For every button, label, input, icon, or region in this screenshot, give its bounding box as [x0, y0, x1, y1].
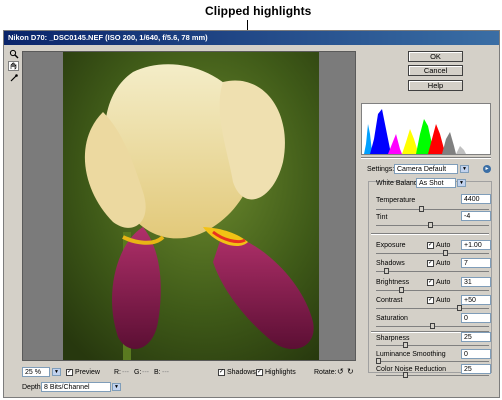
rotate-left-icon[interactable]: ↺	[337, 367, 344, 376]
brightness-auto-label: Auto	[436, 279, 451, 286]
contrast-auto-label: Auto	[436, 297, 451, 304]
highlights-clipping-label: Highlights	[265, 369, 296, 376]
white-balance-select[interactable]: As Shot	[416, 178, 456, 188]
depth-select[interactable]: 8 Bits/Channel	[41, 382, 111, 392]
luminance-smoothing-slider-thumb[interactable]	[376, 358, 381, 364]
clipped-highlights-callout: Clipped highlights	[205, 4, 312, 18]
brightness-auto-checkbox[interactable]: ✓	[427, 279, 434, 286]
b-label: B:	[154, 369, 161, 376]
shadows-slider-track[interactable]	[376, 271, 489, 272]
settings-menu-icon[interactable]: ▸	[483, 165, 491, 173]
sharpness-slider-thumb[interactable]	[403, 342, 408, 348]
preview-checkbox[interactable]: ✓	[66, 369, 73, 376]
contrast-slider-thumb[interactable]	[457, 305, 462, 311]
settings-dropdown-arrow[interactable]: ▼	[460, 165, 469, 173]
window-title: Nikon D70: _DSC0145.NEF (ISO 200, 1/640,…	[8, 33, 208, 42]
settings-label: Settings:	[367, 166, 395, 173]
shadows-auto-label: Auto	[436, 260, 451, 267]
exposure-auto-checkbox[interactable]: ✓	[427, 242, 434, 249]
preview-status-bar: 25 % ▼ ✓ Preview R: --- G: --- B: --- ✓ …	[22, 365, 356, 379]
shadows-clipping-checkbox[interactable]: ✓	[218, 369, 225, 376]
zoom-level-field[interactable]: 25 %	[22, 367, 50, 377]
exposure-slider-thumb[interactable]	[442, 250, 448, 256]
saturation-value[interactable]: 0	[461, 313, 491, 323]
brightness-value[interactable]: 31	[461, 277, 491, 287]
settings-select[interactable]: Camera Default	[394, 164, 458, 174]
camera-raw-window: Nikon D70: _DSC0145.NEF (ISO 200, 1/640,…	[3, 30, 500, 398]
separator	[371, 233, 489, 235]
g-value: ---	[142, 369, 149, 376]
color-noise-reduction-label: Color Noise Reduction	[376, 366, 447, 373]
temperature-label: Temperature	[376, 197, 416, 204]
saturation-label: Saturation	[376, 315, 408, 322]
image-preview[interactable]	[22, 51, 356, 361]
iris-photo	[63, 52, 319, 360]
saturation-slider-thumb[interactable]	[430, 323, 435, 329]
contrast-auto-checkbox[interactable]: ✓	[427, 297, 434, 304]
temperature-slider-thumb[interactable]	[419, 206, 425, 212]
tint-label: Tint	[376, 214, 388, 221]
ok-button[interactable]: OK	[408, 51, 463, 62]
zoom-icon[interactable]	[8, 49, 19, 59]
contrast-label: Contrast	[376, 297, 403, 304]
exposure-slider-track[interactable]	[376, 253, 489, 254]
g-label: G:	[134, 369, 142, 376]
title-bar: Nikon D70: _DSC0145.NEF (ISO 200, 1/640,…	[4, 31, 499, 45]
shadows-slider-thumb[interactable]	[383, 268, 389, 274]
luminance-smoothing-label: Luminance Smoothing	[376, 351, 446, 358]
sharpness-label: Sharpness	[376, 335, 410, 342]
luminance-smoothing-value[interactable]: 0	[461, 349, 491, 359]
shadows-value[interactable]: 7	[461, 258, 491, 268]
color-noise-reduction-slider-track[interactable]	[376, 375, 489, 376]
r-label: R:	[114, 369, 121, 376]
help-button[interactable]: Help	[408, 80, 463, 91]
temperature-value[interactable]: 4400	[461, 194, 491, 204]
histogram	[361, 103, 491, 155]
shadows-clipping-label: Shadows	[227, 369, 256, 376]
brightness-label: Brightness	[376, 279, 410, 286]
brightness-slider-thumb[interactable]	[398, 287, 404, 293]
hand-icon[interactable]	[8, 61, 19, 71]
rotate-right-icon[interactable]: ↻	[347, 367, 354, 376]
color-noise-reduction-value[interactable]: 25	[461, 364, 491, 374]
rotate-label: Rotate:	[314, 369, 337, 376]
color-noise-reduction-slider-thumb[interactable]	[403, 372, 408, 378]
eyedropper-icon[interactable]	[8, 73, 19, 83]
exposure-value[interactable]: +1.00	[461, 240, 491, 250]
cancel-button[interactable]: Cancel	[408, 65, 463, 76]
zoom-dropdown-arrow[interactable]: ▼	[52, 368, 61, 376]
depth-dropdown-arrow[interactable]: ▼	[112, 383, 121, 391]
exposure-auto-label: Auto	[436, 242, 451, 249]
exposure-label: Exposure	[376, 242, 406, 249]
contrast-slider-track[interactable]	[376, 308, 489, 309]
luminance-smoothing-slider-track[interactable]	[376, 361, 489, 362]
sharpness-slider-track[interactable]	[376, 345, 489, 346]
tint-slider-thumb[interactable]	[427, 222, 433, 228]
contrast-value[interactable]: +50	[461, 295, 491, 305]
shadows-label: Shadows	[376, 260, 405, 267]
b-value: ---	[162, 369, 169, 376]
r-value: ---	[122, 369, 129, 376]
tint-value[interactable]: -4	[461, 211, 491, 221]
white-balance-dropdown-arrow[interactable]: ▼	[457, 179, 466, 187]
brightness-slider-track[interactable]	[376, 290, 489, 291]
sharpness-value[interactable]: 25	[461, 332, 491, 342]
preview-label: Preview	[75, 369, 100, 376]
depth-label: Depth:	[22, 384, 43, 391]
separator	[361, 157, 491, 159]
shadows-auto-checkbox[interactable]: ✓	[427, 260, 434, 267]
highlights-clipping-checkbox[interactable]: ✓	[256, 369, 263, 376]
temperature-slider-track[interactable]	[376, 209, 489, 210]
